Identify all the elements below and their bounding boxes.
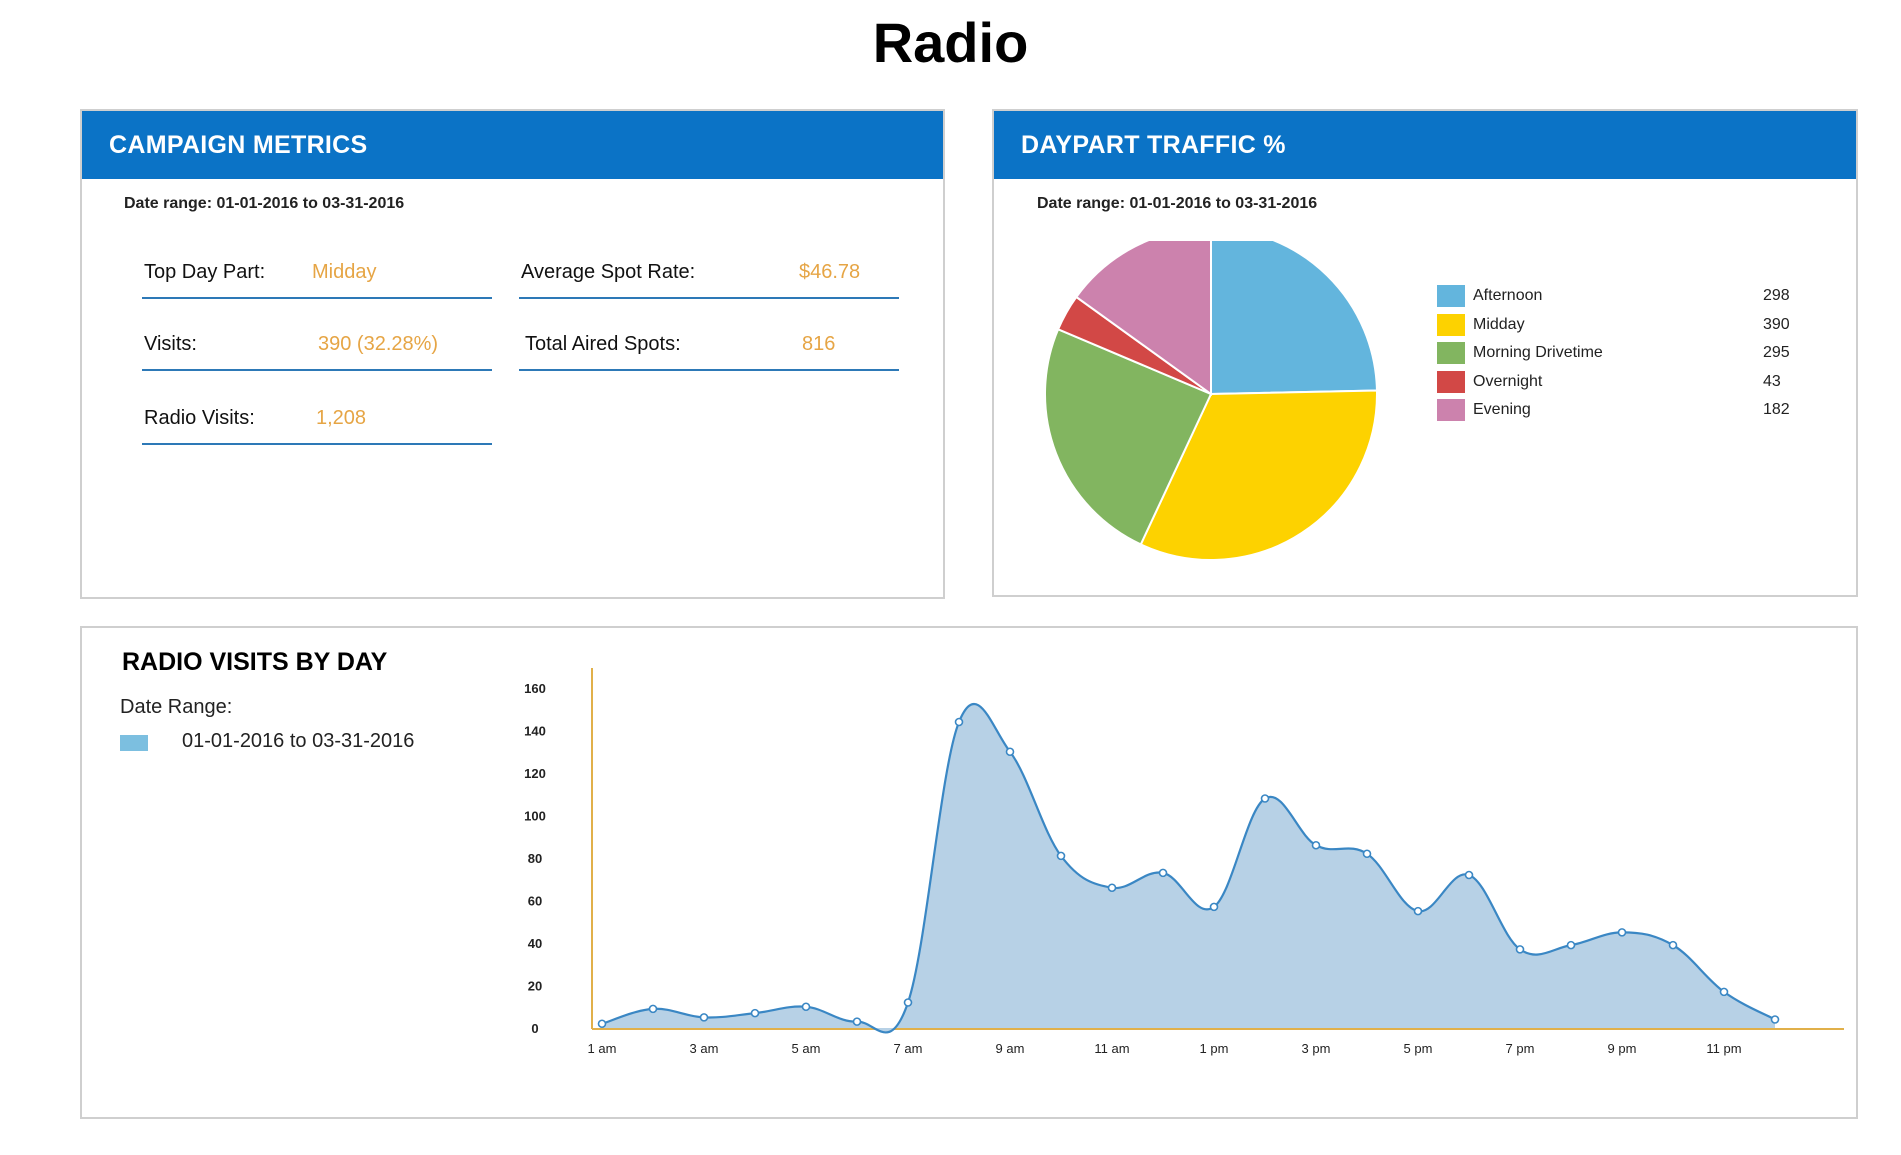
- data-point-3-pm[interactable]: [1311, 840, 1321, 850]
- metric-label: Top Day Part:: [144, 261, 266, 283]
- data-point-1-pm[interactable]: [1209, 902, 1219, 912]
- series-legend-label: 01-01-2016 to 03-31-2016: [182, 730, 415, 752]
- daypart-date-range: Date range: 01-01-2016 to 03-31-2016: [1037, 195, 1318, 212]
- x-tick-label: 11 pm: [1706, 1041, 1741, 1056]
- legend-value: 182: [1763, 401, 1790, 418]
- y-tick-label: 20: [528, 979, 542, 994]
- metric-top-day-part: Top Day Part: Midday: [142, 253, 492, 299]
- radio-visits-area-chart: 0 20 40 60 80 100 120 140 160 1 am 3 am 5 am 7 am 9 a…: [524, 668, 1844, 1056]
- date-range-label: Date Range:: [120, 696, 233, 718]
- metric-value: 1,208: [316, 407, 367, 429]
- legend-item: Evening 182: [1437, 399, 1837, 423]
- metric-average-spot-rate: Average Spot Rate: $46.78: [519, 253, 899, 299]
- data-point-3-am[interactable]: [699, 1013, 709, 1022]
- data-point-7-am[interactable]: [903, 998, 913, 1007]
- x-tick-label: 5 pm: [1404, 1041, 1433, 1056]
- radio-visits-by-day-panel: RADIO VISITS BY DAY Date Range: 01-01-20…: [80, 626, 1858, 1119]
- x-tick-label: 1 pm: [1200, 1041, 1229, 1056]
- data-point-2-am[interactable]: [648, 1004, 658, 1014]
- legend-value: 43: [1763, 372, 1781, 390]
- data-point-5-am[interactable]: [801, 1002, 811, 1012]
- data-point-10-am[interactable]: [1056, 851, 1066, 861]
- data-point-4-pm[interactable]: [1362, 849, 1372, 859]
- y-tick-label: 160: [524, 681, 546, 696]
- legend-value: 295: [1763, 344, 1790, 361]
- x-tick-label: 5 am: [792, 1041, 821, 1056]
- data-point-9-am[interactable]: [1005, 747, 1015, 757]
- daypart-traffic-panel: DAYPART TRAFFIC % Date range: 01-01-2016…: [992, 109, 1858, 597]
- metric-label: Visits:: [144, 333, 197, 355]
- campaign-date-range: Date range: 01-01-2016 to 03-31-2016: [124, 195, 405, 212]
- data-point-12-am[interactable]: [1770, 1015, 1780, 1024]
- page-title: Radio: [872, 11, 1029, 74]
- legend-value: 298: [1763, 287, 1790, 304]
- series-legend-swatch: [120, 735, 148, 751]
- legend-label: Overnight: [1473, 372, 1543, 390]
- metric-radio-visits: Radio Visits: 1,208: [142, 399, 492, 445]
- legend-label: Midday: [1473, 315, 1525, 333]
- x-tick-label: 7 pm: [1506, 1041, 1535, 1056]
- legend-swatch: [1437, 342, 1465, 364]
- data-point-8-pm[interactable]: [1566, 940, 1576, 950]
- metric-value: 816: [802, 333, 836, 355]
- x-tick-label: 7 am: [894, 1041, 923, 1056]
- data-point-5-pm[interactable]: [1413, 906, 1423, 916]
- x-tick-label: 9 pm: [1608, 1041, 1637, 1056]
- legend-swatch: [1437, 399, 1465, 421]
- data-point-6-pm[interactable]: [1464, 870, 1474, 880]
- metric-value: $46.78: [799, 261, 861, 283]
- y-tick-label: 80: [528, 851, 542, 866]
- data-point-12-pm[interactable]: [1158, 868, 1168, 878]
- data-point-1-am[interactable]: [597, 1019, 607, 1029]
- data-point-10-pm[interactable]: [1668, 940, 1678, 950]
- daypart-pie-chart: [1044, 241, 1378, 561]
- legend-label: Afternoon: [1473, 287, 1543, 304]
- y-tick-label: 100: [524, 809, 546, 824]
- data-point-6-am[interactable]: [852, 1017, 862, 1026]
- legend-item: Morning Drivetime 295: [1437, 342, 1837, 366]
- x-tick-label: 9 am: [996, 1041, 1025, 1056]
- legend-label: Evening: [1473, 401, 1531, 418]
- data-point-9-pm[interactable]: [1617, 928, 1627, 937]
- legend-item: Midday 390: [1437, 313, 1837, 338]
- x-tick-label: 1 am: [588, 1041, 617, 1056]
- series-area: [602, 703, 1775, 1033]
- legend-swatch: [1437, 313, 1465, 336]
- pie-slice-afternoon: [1210, 241, 1378, 396]
- y-tick-label: 60: [528, 894, 542, 909]
- data-point-8-am[interactable]: [954, 717, 964, 727]
- metric-visits: Visits: 390 (32.28%): [142, 325, 492, 371]
- campaign-metrics-header: CAMPAIGN METRICS: [82, 111, 943, 179]
- legend-value: 390: [1763, 315, 1790, 333]
- radio-visits-title: RADIO VISITS BY DAY: [122, 648, 388, 676]
- y-tick-label: 120: [524, 766, 546, 781]
- daypart-legend: Afternoon 298 Midday 390 Morning Drivetime 29…: [1437, 285, 1837, 425]
- data-point-4-am[interactable]: [750, 1008, 760, 1018]
- metric-label: Radio Visits:: [144, 407, 255, 429]
- data-point-11-am[interactable]: [1107, 883, 1117, 893]
- y-tick-label: 140: [524, 724, 546, 739]
- legend-label: Morning Drivetime: [1473, 344, 1603, 361]
- legend-swatch: [1437, 370, 1465, 393]
- data-point-11-pm[interactable]: [1719, 987, 1729, 997]
- legend-item: Overnight 43: [1437, 370, 1837, 395]
- campaign-metrics-panel: CAMPAIGN METRICS Date range: 01-01-2016 …: [80, 109, 945, 599]
- metric-label: Average Spot Rate:: [521, 261, 696, 283]
- metric-total-aired-spots: Total Aired Spots: 816: [519, 325, 899, 371]
- data-point-7-pm[interactable]: [1515, 945, 1525, 954]
- metric-value: Midday: [312, 261, 377, 283]
- legend-swatch: [1437, 285, 1465, 307]
- x-tick-label: 3 am: [690, 1041, 719, 1056]
- legend-item: Afternoon 298: [1437, 285, 1837, 309]
- metric-label: Total Aired Spots:: [525, 333, 681, 355]
- daypart-traffic-header: DAYPART TRAFFIC %: [994, 111, 1856, 179]
- x-tick-label: 3 pm: [1302, 1041, 1331, 1056]
- metric-value: 390 (32.28%): [318, 333, 439, 355]
- y-tick-label: 0: [531, 1021, 538, 1036]
- y-tick-label: 40: [528, 936, 542, 951]
- data-point-2-pm[interactable]: [1260, 794, 1270, 803]
- x-tick-label: 11 am: [1094, 1041, 1129, 1056]
